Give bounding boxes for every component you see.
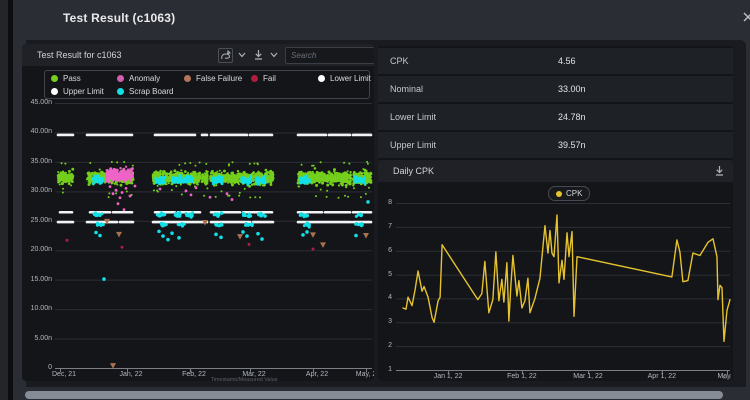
left-card-header: Test Result for c1063 bbox=[22, 44, 374, 66]
legend-item-upper-limit[interactable]: Upper Limit bbox=[51, 87, 104, 96]
y-tick-label: 30.00n bbox=[24, 187, 52, 194]
legend-dot bbox=[318, 75, 325, 82]
y-tick-label: 10.00n bbox=[24, 305, 52, 312]
legend-item-label: Upper Limit bbox=[63, 87, 104, 96]
stat-label: Nominal bbox=[390, 76, 423, 102]
x-tick-label: Feb 1, 22 bbox=[500, 373, 544, 380]
chevron-down-icon[interactable] bbox=[237, 50, 252, 65]
close-icon[interactable] bbox=[740, 9, 750, 25]
modal-title: Test Result (c1063) bbox=[63, 11, 175, 25]
y-tick-label: 35.00n bbox=[24, 158, 52, 165]
scatter-axis-note: Timestamp/Measured Value bbox=[211, 377, 278, 381]
chart-legend: Pass Anomaly False Failure Fail Lower Limit U… bbox=[44, 70, 370, 99]
x-tick-label: Jan 1, 22 bbox=[426, 373, 470, 380]
y-tick-label: 20.00n bbox=[24, 246, 52, 253]
legend-dot bbox=[251, 75, 258, 82]
y-tick-label: 3 bbox=[378, 318, 392, 325]
x-tick-label: Mar 1, 22 bbox=[566, 373, 610, 380]
legend-dot bbox=[184, 75, 191, 82]
stat-row-nominal: Nominal 33.00n bbox=[378, 76, 733, 102]
stat-value: 4.56 bbox=[558, 48, 576, 74]
legend-item-label: Anomaly bbox=[129, 74, 160, 83]
legend-dot bbox=[51, 88, 58, 95]
stat-value: 39.57n bbox=[558, 132, 586, 158]
y-tick-label: 7 bbox=[378, 223, 392, 230]
legend-dot bbox=[117, 75, 124, 82]
y-tick-label: 6 bbox=[378, 247, 392, 254]
line-axis-note: Dat bbox=[722, 375, 730, 380]
legend-dot bbox=[51, 75, 58, 82]
stat-value: 24.78n bbox=[558, 104, 586, 130]
legend-item-false-failure[interactable]: False Failure bbox=[184, 74, 242, 83]
x-tick-label: Jan, 22 bbox=[111, 371, 151, 378]
x-tick-label: Apr, 22 bbox=[297, 371, 337, 378]
daily-card-header: Daily CPK bbox=[378, 160, 733, 182]
lasso-select-icon[interactable] bbox=[218, 48, 233, 63]
cpk-series-label: CPK bbox=[566, 189, 582, 198]
page-background: Test Result (c1063) Test Result for c106… bbox=[0, 0, 750, 400]
y-tick-label: 8 bbox=[378, 199, 392, 206]
legend-item-label: Lower Limit bbox=[330, 74, 371, 83]
y-tick-label: 40.00n bbox=[24, 128, 52, 135]
stat-value: 33.00n bbox=[558, 76, 586, 102]
x-tick-label: Dec, 21 bbox=[44, 371, 84, 378]
stat-label: Lower Limit bbox=[390, 104, 436, 130]
legend-item-label: Fail bbox=[263, 74, 276, 83]
cpk-series-legend[interactable]: CPK bbox=[548, 186, 590, 201]
left-card-title: Test Result for c1063 bbox=[37, 44, 122, 66]
stat-row-upper-limit: Upper Limit 39.57n bbox=[378, 132, 733, 158]
legend-item-fail[interactable]: Fail bbox=[251, 74, 276, 83]
legend-dot bbox=[117, 88, 124, 95]
cpk-series-dot bbox=[556, 191, 562, 197]
stat-row-cpk: CPK 4.56 bbox=[378, 48, 733, 74]
stat-row-lower-limit: Lower Limit 24.78n bbox=[378, 104, 733, 130]
daily-cpk-card: Daily CPK CPK 8 7 6 5 4 3 2 1 Jan 1, 22 Feb 1, 22… bbox=[378, 160, 733, 381]
y-tick-label: 5 bbox=[378, 271, 392, 278]
chevron-down-icon[interactable] bbox=[269, 50, 284, 65]
test-result-chart-card: Test Result for c1063 Pass Anomaly False F… bbox=[22, 44, 374, 381]
horizontal-scrollbar[interactable] bbox=[25, 391, 723, 399]
y-tick-label: 15.00n bbox=[24, 276, 52, 283]
scatter-plot-canvas[interactable] bbox=[24, 100, 373, 372]
y-tick-label: 1 bbox=[378, 366, 392, 373]
legend-item-label: False Failure bbox=[196, 74, 242, 83]
legend-item-label: Scrap Board bbox=[129, 87, 173, 96]
y-tick-label: 0 bbox=[24, 364, 52, 371]
search-input[interactable] bbox=[285, 47, 374, 64]
stat-label: CPK bbox=[390, 48, 409, 74]
legend-item-pass[interactable]: Pass bbox=[51, 74, 81, 83]
y-tick-label: 5.00n bbox=[24, 335, 52, 342]
daily-cpk-line-canvas[interactable] bbox=[380, 200, 733, 376]
stat-label: Upper Limit bbox=[390, 132, 436, 158]
download-icon[interactable] bbox=[713, 164, 728, 179]
legend-item-label: Pass bbox=[63, 74, 81, 83]
x-tick-label: Feb, 22 bbox=[174, 371, 214, 378]
y-tick-label: 2 bbox=[378, 342, 392, 349]
y-tick-label: 25.00n bbox=[24, 217, 52, 224]
cpk-stats-table: CPK4.56Nominal33.00nLower Limit24.78nUpp… bbox=[378, 46, 733, 160]
legend-item-anomaly[interactable]: Anomaly bbox=[117, 74, 160, 83]
y-tick-label: 4 bbox=[378, 294, 392, 301]
legend-item-lower-limit[interactable]: Lower Limit bbox=[318, 74, 371, 83]
y-tick-label: 45.00n bbox=[24, 99, 52, 106]
x-tick-label: May, 22 bbox=[348, 371, 374, 378]
daily-card-title: Daily CPK bbox=[393, 160, 434, 182]
legend-item-scrap-board[interactable]: Scrap Board bbox=[117, 87, 173, 96]
x-tick-label: Apr 1, 22 bbox=[640, 373, 684, 380]
download-icon[interactable] bbox=[252, 48, 267, 63]
